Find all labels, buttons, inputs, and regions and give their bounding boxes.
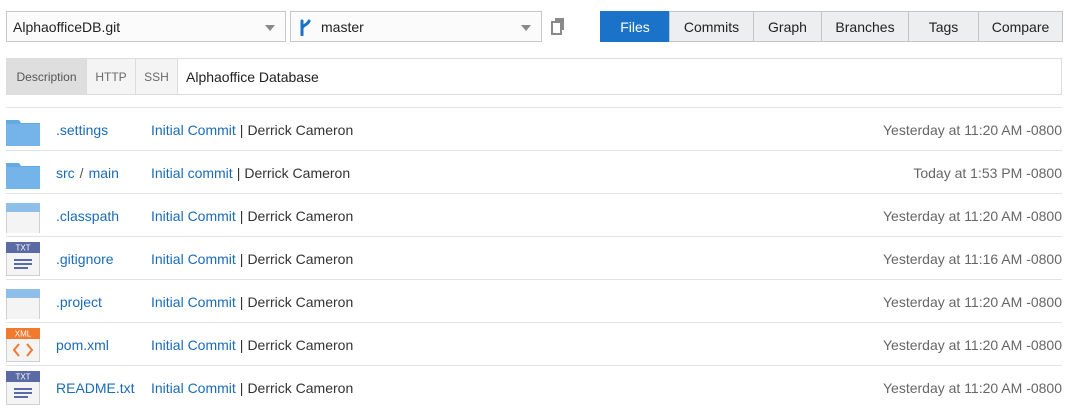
separator: | [239,208,244,224]
file-list: .settings Initial Commit | Derrick Cameron… [6,107,1062,408]
file-name-link[interactable]: .gitignore [56,251,114,267]
file-name-link[interactable]: .classpath [56,208,119,224]
commit-time: Yesterday at 11:20 AM -0800 [882,208,1062,224]
commit-author: Derrick Cameron [247,337,354,353]
file-icon [6,203,40,233]
commit-author: Derrick Cameron [244,165,351,181]
file-name-link[interactable]: pom.xml [56,337,109,353]
tab-branches[interactable]: Branches [821,11,909,42]
repository-select-value: AlphaofficeDB.git [13,18,121,35]
txt-file-icon: TXT [6,242,40,276]
view-tabs: Files Commits Graph Branches Tags Compar… [600,11,1063,42]
separator: | [239,251,244,267]
commit-time: Yesterday at 11:16 AM -0800 [882,251,1062,267]
file-row: src / main Initial commit | Derrick Cameron … [6,150,1062,193]
clone-bar: Description HTTP SSH Alphaoffice Databas… [6,58,1062,95]
commit-time: Yesterday at 11:20 AM -0800 [882,337,1062,353]
file-name-link[interactable]: main [89,165,119,181]
file-row: TXT .gitignore Initial Commit | Derrick Ca… [6,236,1062,279]
branch-select-value: master [321,18,364,35]
tab-graph[interactable]: Graph [753,11,822,42]
file-path: src / main [56,165,119,181]
separator: | [239,122,244,138]
commit-time: Yesterday at 11:20 AM -0800 [882,122,1062,138]
commit-message-link[interactable]: Initial Commit [151,208,236,224]
commit-message-link[interactable]: Initial Commit [151,251,236,267]
clone-tab-description[interactable]: Description [7,59,87,94]
repository-select[interactable]: AlphaofficeDB.git [6,11,286,42]
commit-author: Derrick Cameron [247,208,354,224]
folder-icon [6,163,40,189]
file-row: XML pom.xml Initial Commit | Derrick Camer… [6,322,1062,365]
separator: | [236,165,241,181]
file-row: .settings Initial Commit | Derrick Cameron… [6,107,1062,150]
repository-description: Alphaoffice Database [186,68,319,85]
commit-time: Today at 1:53 PM -0800 [913,165,1062,181]
txt-badge-label: TXT [15,244,30,253]
branch-select[interactable]: master [290,11,542,42]
file-name-link[interactable]: README.txt [56,380,135,396]
file-row: .classpath Initial Commit | Derrick Camero… [6,193,1062,236]
commit-author: Derrick Cameron [247,122,354,138]
chevron-down-icon [521,25,531,31]
commit-author: Derrick Cameron [247,294,354,310]
file-name-link[interactable]: .project [56,294,102,310]
commit-author: Derrick Cameron [247,251,354,267]
commit-author: Derrick Cameron [247,380,354,396]
path-separator: / [79,165,84,181]
separator: | [239,337,244,353]
separator: | [239,380,244,396]
file-name-link[interactable]: .settings [56,122,108,138]
commit-message-link[interactable]: Initial Commit [151,122,236,138]
clone-tab-http[interactable]: HTTP [87,59,136,94]
tab-commits[interactable]: Commits [669,11,754,42]
commit-message-link[interactable]: Initial Commit [151,380,236,396]
branch-icon [300,19,311,36]
txt-badge-label: TXT [15,373,30,382]
separator: | [239,294,244,310]
file-row: .project Initial Commit | Derrick Cameron … [6,279,1062,322]
tab-files[interactable]: Files [600,11,670,42]
file-icon [6,289,40,319]
xml-badge-label: XML [15,330,32,339]
commit-message-link[interactable]: Initial Commit [151,337,236,353]
txt-file-icon: TXT [6,371,40,405]
file-name-link[interactable]: src [56,165,75,181]
clone-tab-ssh[interactable]: SSH [136,59,178,94]
chevron-down-icon [265,25,275,31]
commit-time: Yesterday at 11:20 AM -0800 [882,294,1062,310]
commit-message-link[interactable]: Initial commit [151,165,233,181]
copy-icon[interactable] [551,17,565,35]
commit-time: Yesterday at 11:20 AM -0800 [882,380,1062,396]
xml-file-icon: XML [6,328,40,362]
tab-tags[interactable]: Tags [908,11,979,42]
commit-message-link[interactable]: Initial Commit [151,294,236,310]
tab-compare[interactable]: Compare [978,11,1063,42]
folder-icon [6,120,40,146]
